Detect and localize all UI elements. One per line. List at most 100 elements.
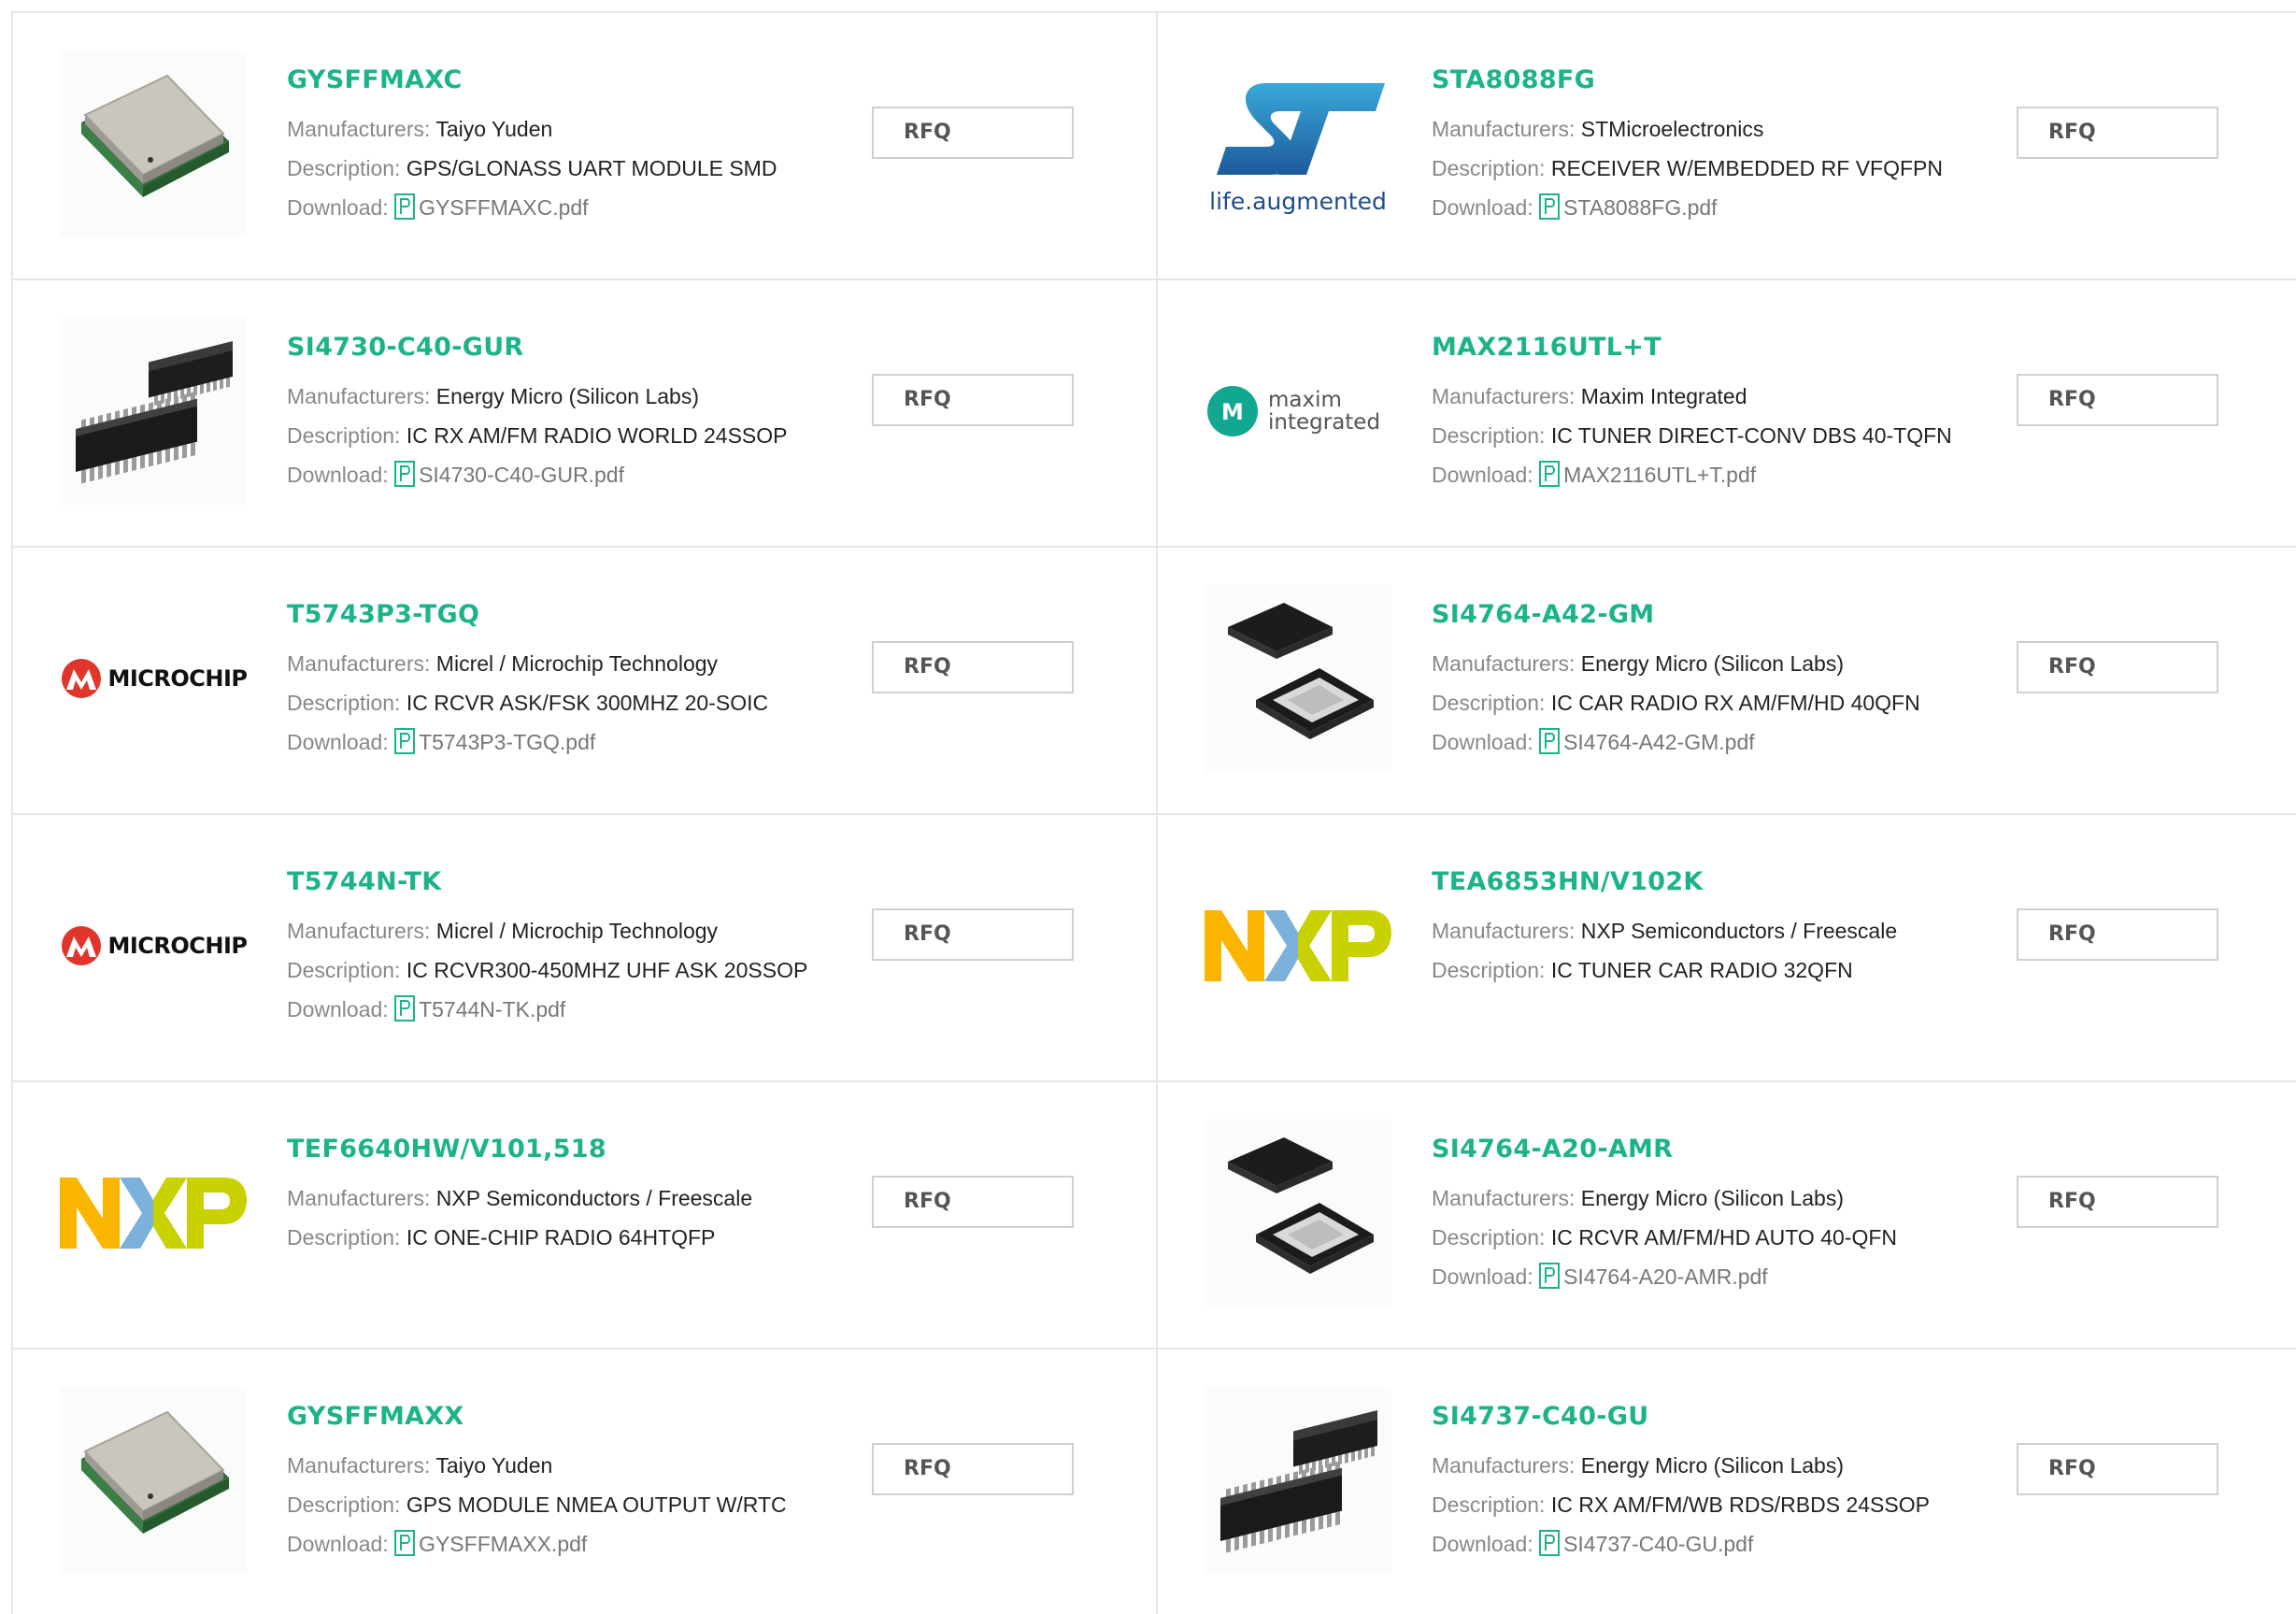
rfq-button[interactable]: RFQ: [2017, 107, 2218, 159]
rfq-button[interactable]: RFQ: [2017, 1443, 2218, 1495]
rfq-button[interactable]: RFQ: [872, 1176, 1074, 1228]
qfn-chip-image[interactable]: [1205, 1120, 1391, 1307]
description-row: Description: IC RX AM/FM RADIO WORLD 24S…: [287, 416, 866, 455]
description-label: Description:: [287, 1225, 401, 1250]
datasheet-link[interactable]: T5743P3-TGQ.pdf: [419, 730, 595, 754]
datasheet-link[interactable]: SI4737-C40-GU.pdf: [1563, 1532, 1753, 1556]
part-number-link[interactable]: GYSFFMAXX: [287, 1401, 866, 1433]
product-info: GYSFFMAXC Manufacturers: Taiyo Yuden Des…: [287, 64, 866, 227]
manufacturers-label: Manufacturers:: [287, 384, 431, 408]
qfn-chip-image[interactable]: [1205, 585, 1391, 772]
product-card: TEF6640HW/V101,518 Manufacturers: NXP Se…: [13, 1082, 1158, 1350]
datasheet-link[interactable]: MAX2116UTL+T.pdf: [1563, 463, 1756, 487]
manufacturer-value: Micrel / Microchip Technology: [435, 651, 719, 676]
description-value: RECEIVER W/EMBEDDED RF VFQFPN: [1550, 156, 1943, 180]
product-info: SI4764-A20-AMR Manufacturers: Energy Mic…: [1432, 1134, 2011, 1296]
part-number-link[interactable]: TEF6640HW/V101,518: [287, 1134, 866, 1165]
maxim-logo-text: maxim integrated: [1268, 388, 1381, 435]
download-label: Download:: [287, 195, 389, 220]
description-label: Description:: [1432, 1225, 1546, 1250]
part-number-link[interactable]: SI4730-C40-GUR: [287, 332, 866, 364]
ssop-chip-image[interactable]: [1205, 1387, 1391, 1574]
rfq-button[interactable]: RFQ: [872, 1443, 1074, 1495]
part-number-link[interactable]: GYSFFMAXC: [287, 64, 866, 96]
manufacturer-value: NXP Semiconductors / Freescale: [1580, 919, 1898, 943]
product-info: GYSFFMAXX Manufacturers: Taiyo Yuden Des…: [287, 1401, 866, 1564]
manufacturer-row: Manufacturers: NXP Semiconductors / Free…: [287, 1178, 866, 1218]
description-label: Description:: [1432, 156, 1546, 180]
description-row: Description: IC RCVR AM/FM/HD AUTO 40-QF…: [1432, 1218, 2011, 1257]
description-label: Description:: [287, 691, 401, 715]
microchip-logo[interactable]: MICROCHIP: [60, 852, 248, 1039]
manufacturer-value: Energy Micro (Silicon Labs): [435, 384, 700, 408]
description-label: Description:: [1432, 958, 1546, 982]
product-grid: GYSFFMAXC Manufacturers: Taiyo Yuden Des…: [11, 11, 2296, 1614]
datasheet-link[interactable]: T5744N-TK.pdf: [419, 997, 565, 1021]
rfq-button[interactable]: RFQ: [872, 641, 1074, 693]
description-value: IC RX AM/FM/WB RDS/RBDS 24SSOP: [1550, 1493, 1930, 1517]
rfq-button[interactable]: RFQ: [2017, 641, 2218, 693]
manufacturer-value: STMicroelectronics: [1580, 117, 1764, 141]
st-logo[interactable]: life.augmented: [1205, 50, 1391, 237]
part-number-link[interactable]: MAX2116UTL+T: [1432, 332, 2011, 364]
rfq-button[interactable]: RFQ: [872, 107, 1074, 159]
part-number-link[interactable]: SI4764-A20-AMR: [1432, 1134, 2011, 1165]
product-card: GYSFFMAXX Manufacturers: Taiyo Yuden Des…: [13, 1350, 1158, 1614]
microchip-logo-text: MICROCHIP: [107, 933, 248, 959]
pdf-icon: [394, 193, 416, 220]
download-label: Download:: [1432, 463, 1533, 487]
datasheet-link[interactable]: SI4764-A42-GM.pdf: [1563, 730, 1755, 754]
rfq-button[interactable]: RFQ: [2017, 1176, 2218, 1228]
nxp-logo[interactable]: [1205, 852, 1391, 1039]
download-row: Download: GYSFFMAXX.pdf: [287, 1524, 866, 1564]
gps-module-image[interactable]: [60, 50, 247, 237]
maxim-logo[interactable]: M maxim integrated: [1205, 318, 1391, 505]
manufacturer-row: Manufacturers: Energy Micro (Silicon Lab…: [1432, 1178, 2011, 1218]
download-row: Download: T5743P3-TGQ.pdf: [287, 722, 866, 762]
description-row: Description: IC TUNER DIRECT-CONV DBS 40…: [1432, 416, 2011, 455]
product-card: TEA6853HN/V102K Manufacturers: NXP Semic…: [1158, 815, 2296, 1082]
datasheet-link[interactable]: GYSFFMAXC.pdf: [419, 195, 588, 220]
description-row: Description: IC RCVR ASK/FSK 300MHZ 20-S…: [287, 683, 866, 722]
pdf-icon: [1539, 728, 1561, 754]
description-row: Description: GPS MODULE NMEA OUTPUT W/RT…: [287, 1485, 866, 1524]
microchip-logo[interactable]: MICROCHIP: [60, 585, 248, 772]
manufacturers-label: Manufacturers:: [1432, 919, 1576, 943]
part-number-link[interactable]: SI4737-C40-GU: [1432, 1401, 2011, 1433]
manufacturer-row: Manufacturers: Energy Micro (Silicon Lab…: [1432, 1446, 2011, 1485]
gps-module-image[interactable]: [60, 1387, 247, 1574]
rfq-button[interactable]: RFQ: [2017, 908, 2218, 961]
manufacturer-value: Energy Micro (Silicon Labs): [1580, 651, 1845, 676]
download-label: Download:: [1432, 1264, 1533, 1289]
part-number-link[interactable]: TEA6853HN/V102K: [1432, 866, 2011, 898]
part-number-link[interactable]: T5743P3-TGQ: [287, 599, 866, 631]
download-row: Download: STA8088FG.pdf: [1432, 188, 2011, 227]
manufacturers-label: Manufacturers:: [1432, 1453, 1576, 1478]
part-number-link[interactable]: STA8088FG: [1432, 64, 2011, 96]
description-label: Description:: [287, 958, 401, 982]
datasheet-link[interactable]: STA8088FG.pdf: [1563, 195, 1718, 220]
datasheet-link[interactable]: SI4730-C40-GUR.pdf: [419, 463, 624, 487]
rfq-button[interactable]: RFQ: [872, 374, 1074, 426]
rfq-button[interactable]: RFQ: [872, 908, 1074, 961]
manufacturers-label: Manufacturers:: [1432, 1186, 1576, 1210]
product-info: TEF6640HW/V101,518 Manufacturers: NXP Se…: [287, 1134, 866, 1257]
nxp-logo[interactable]: [60, 1120, 247, 1307]
product-info: T5743P3-TGQ Manufacturers: Micrel / Micr…: [287, 599, 866, 762]
description-value: IC RX AM/FM RADIO WORLD 24SSOP: [406, 423, 788, 448]
datasheet-link[interactable]: GYSFFMAXX.pdf: [419, 1532, 587, 1556]
product-card: GYSFFMAXC Manufacturers: Taiyo Yuden Des…: [13, 13, 1158, 280]
part-number-link[interactable]: T5744N-TK: [287, 866, 866, 898]
manufacturer-row: Manufacturers: Energy Micro (Silicon Lab…: [287, 377, 866, 416]
description-label: Description:: [287, 156, 401, 180]
download-row: Download: GYSFFMAXC.pdf: [287, 188, 866, 227]
rfq-button[interactable]: RFQ: [2017, 374, 2218, 426]
manufacturers-label: Manufacturers:: [287, 651, 431, 676]
description-label: Description:: [1432, 691, 1546, 715]
ssop-chip-image[interactable]: [60, 318, 247, 505]
description-value: IC TUNER DIRECT-CONV DBS 40-TQFN: [1550, 423, 1952, 448]
datasheet-link[interactable]: SI4764-A20-AMR.pdf: [1563, 1264, 1768, 1289]
manufacturers-label: Manufacturers:: [287, 919, 431, 943]
product-card: M maxim integrated MAX2116UTL+T Manufact…: [1158, 280, 2296, 548]
part-number-link[interactable]: SI4764-A42-GM: [1432, 599, 2011, 631]
